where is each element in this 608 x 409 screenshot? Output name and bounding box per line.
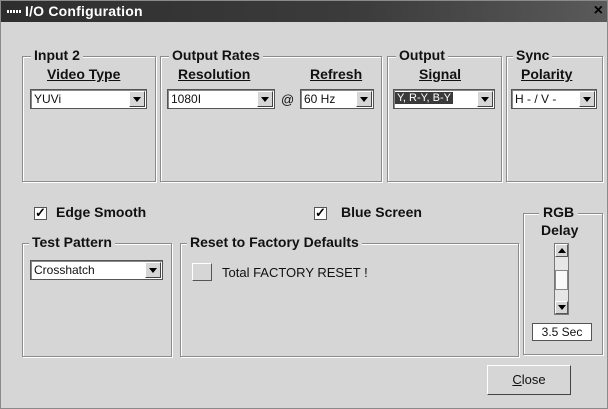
input-legend: Input 2: [31, 47, 83, 63]
signal-value: Y, R-Y, B-Y: [395, 92, 454, 104]
title-bar[interactable]: I/O Configuration ×: [1, 1, 607, 22]
window-menu-icon[interactable]: [7, 10, 21, 13]
test-pattern-dropdown[interactable]: Crosshatch: [30, 260, 163, 280]
rgb-delay-legend-line2: Delay: [537, 222, 583, 238]
refresh-dropdown[interactable]: 60 Hz: [300, 89, 374, 109]
polarity-dropdown[interactable]: H - / V -: [511, 89, 597, 109]
close-button[interactable]: Close: [487, 365, 571, 395]
rgb-delay-legend-line1: RGB: [539, 204, 579, 220]
resolution-value: 1080I: [171, 92, 202, 106]
output-legend: Output: [396, 47, 448, 63]
chevron-down-icon[interactable]: [257, 91, 273, 107]
close-label-rest: lose: [521, 372, 546, 387]
io-configuration-window: I/O Configuration × Input 2 Video Type Y…: [0, 0, 608, 409]
reset-group: Reset to Factory Defaults: [180, 234, 519, 357]
window-title: I/O Configuration: [25, 3, 143, 19]
blue-screen-checkbox[interactable]: [314, 205, 327, 221]
at-symbol: @: [281, 92, 295, 107]
test-pattern-value: Crosshatch: [34, 263, 95, 277]
chevron-down-icon[interactable]: [477, 91, 493, 107]
reset-legend: Reset to Factory Defaults: [187, 234, 362, 250]
sync-legend: Sync: [513, 47, 553, 63]
polarity-value: H - / V -: [515, 92, 557, 106]
video-type-label: Video Type: [47, 66, 121, 82]
refresh-label: Refresh: [310, 66, 363, 82]
polarity-label: Polarity: [521, 66, 573, 82]
refresh-value: 60 Hz: [304, 92, 336, 106]
rgb-delay-slider[interactable]: [554, 243, 569, 315]
chevron-down-icon[interactable]: [129, 91, 145, 107]
factory-reset-label[interactable]: Total FACTORY RESET !: [222, 265, 368, 280]
slider-thumb[interactable]: [555, 270, 568, 290]
scroll-up-icon[interactable]: [555, 244, 568, 257]
chevron-down-icon[interactable]: [356, 91, 372, 107]
resolution-label: Resolution: [178, 66, 251, 82]
video-type-dropdown[interactable]: YUVi: [30, 89, 147, 109]
edge-smooth-checkbox[interactable]: [34, 205, 47, 221]
close-accelerator: C: [512, 372, 522, 387]
close-icon[interactable]: ×: [594, 2, 603, 20]
chevron-down-icon[interactable]: [579, 91, 595, 107]
resolution-dropdown[interactable]: 1080I: [167, 89, 275, 109]
scroll-down-icon[interactable]: [555, 301, 568, 314]
rgb-delay-value: 3.5 Sec: [532, 323, 592, 341]
factory-reset-button[interactable]: [192, 263, 212, 281]
signal-dropdown[interactable]: Y, R-Y, B-Y: [393, 89, 495, 109]
blue-screen-label[interactable]: Blue Screen: [341, 204, 422, 220]
signal-label: Signal: [419, 66, 462, 82]
video-type-value: YUVi: [34, 92, 62, 106]
chevron-down-icon[interactable]: [145, 262, 161, 278]
edge-smooth-label[interactable]: Edge Smooth: [56, 204, 146, 220]
output-rates-legend: Output Rates: [169, 47, 263, 63]
test-pattern-legend: Test Pattern: [29, 234, 115, 250]
